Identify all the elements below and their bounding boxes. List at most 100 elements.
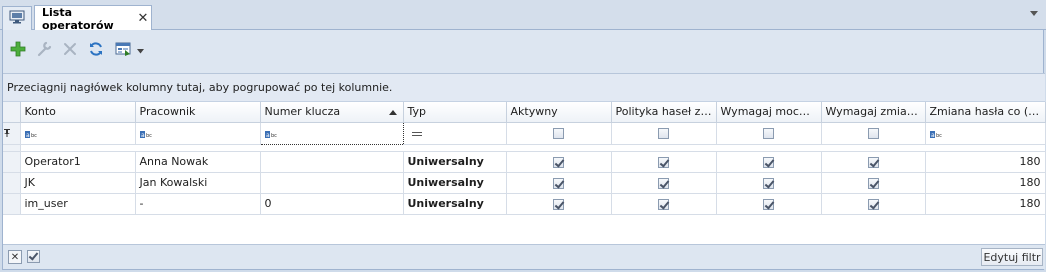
chevron-down-icon [136, 44, 144, 57]
filter-zmiana-hasla[interactable]: a bc [925, 122, 1046, 145]
checkbox[interactable] [553, 198, 564, 210]
cell-pracownik[interactable]: Jan Kowalski [135, 172, 261, 194]
column-header-konto[interactable]: Konto [20, 102, 136, 123]
filter-numer-klucza[interactable]: a bc [259, 121, 404, 145]
row-indicator[interactable] [3, 193, 21, 215]
checkbox[interactable] [553, 156, 564, 168]
checkbox[interactable] [658, 198, 669, 210]
plus-icon [10, 41, 26, 60]
svg-text:bc: bc [31, 133, 37, 139]
column-header-numer-klucza[interactable]: Numer klucza [260, 102, 404, 123]
export-button[interactable] [112, 40, 146, 60]
cell-aktywny[interactable] [506, 151, 612, 173]
filter-checkbox[interactable] [658, 128, 669, 139]
refresh-icon [88, 41, 104, 60]
cell-numer-klucza[interactable] [260, 151, 404, 173]
cell-konto[interactable]: JK [20, 172, 136, 194]
filter-enabled-checkbox[interactable] [27, 250, 40, 263]
cell-typ[interactable]: Uniwersalny [403, 172, 507, 194]
tab-lista-operatorow[interactable]: Lista operatorów ✕ [34, 5, 152, 32]
cell-zmiana-hasla[interactable]: 180 [925, 193, 1046, 215]
filter-konto[interactable]: a bc [20, 122, 136, 145]
monitor-icon [9, 10, 25, 27]
svg-text:bc: bc [146, 133, 152, 139]
spacer-row [3, 144, 1045, 152]
checkbox[interactable] [553, 177, 564, 189]
close-icon: ✕ [10, 251, 20, 263]
table-row[interactable]: im_user - 0 Uniwersalny 180 [3, 193, 1046, 215]
filter-row: a bc a bc a bc a bc [3, 121, 1046, 145]
filter-aktywny[interactable] [506, 122, 612, 145]
clear-filter-button[interactable]: ✕ [8, 250, 22, 264]
checkbox[interactable] [867, 198, 879, 210]
filter-checkbox[interactable] [553, 128, 564, 139]
cell-zmiana-hasla[interactable]: 180 [925, 151, 1046, 173]
table-row[interactable]: Operator1 Anna Nowak Uniwersalny 180 [3, 151, 1046, 173]
column-header-typ[interactable]: Typ [403, 102, 507, 123]
cell-aktywny[interactable] [506, 193, 612, 215]
delete-button[interactable] [60, 40, 80, 60]
refresh-button[interactable] [86, 40, 106, 60]
pin-icon [3, 127, 11, 140]
filter-wymagaj-mocne[interactable] [716, 122, 822, 145]
filter-wymagaj-zmian[interactable] [821, 122, 926, 145]
edit-filter-button[interactable]: Edytuj filtr [981, 248, 1043, 266]
row-indicator[interactable] [3, 172, 21, 194]
cell-wymagaj-zmian[interactable] [821, 151, 926, 173]
equals-filter-icon [411, 131, 422, 136]
filter-polityka[interactable] [611, 122, 717, 145]
column-header-pracownik[interactable]: Pracownik [135, 102, 261, 123]
home-tab[interactable] [2, 6, 32, 30]
svg-text:bc: bc [271, 133, 277, 139]
text-filter-icon: a bc [929, 129, 942, 139]
column-header-aktywny[interactable]: Aktywny [506, 102, 612, 123]
column-header-zmiana-hasla[interactable]: Zmiana hasła co (dni) [925, 102, 1046, 123]
row-indicator[interactable] [3, 151, 21, 173]
checkbox[interactable] [867, 177, 879, 189]
table-row[interactable]: JK Jan Kowalski Uniwersalny 180 [3, 172, 1046, 194]
checkbox[interactable] [867, 156, 879, 168]
column-header-wymagaj-zmian[interactable]: Wymagaj zmian ... [821, 102, 926, 123]
filter-typ[interactable] [403, 122, 507, 145]
toolbar [3, 35, 146, 65]
cell-numer-klucza[interactable]: 0 [260, 193, 404, 215]
cell-wymagaj-mocne[interactable] [716, 193, 822, 215]
column-header-label: Numer klucza [264, 105, 341, 119]
cell-wymagaj-zmian[interactable] [821, 193, 926, 215]
add-button[interactable] [8, 40, 28, 60]
cell-pracownik[interactable]: - [135, 193, 261, 215]
tab-list-dropdown-icon[interactable] [1030, 11, 1038, 16]
column-header-polityka[interactable]: Polityka haseł z k... [611, 102, 717, 123]
close-icon[interactable]: ✕ [135, 11, 151, 26]
checkbox[interactable] [658, 177, 669, 189]
cell-polityka[interactable] [611, 172, 717, 194]
checkbox[interactable] [658, 156, 669, 168]
group-by-panel[interactable]: Przeciągnij nagłówek kolumny tutaj, aby … [3, 74, 1045, 102]
filter-footer: ✕ Edytuj filtr [3, 244, 1045, 269]
cell-zmiana-hasla[interactable]: 180 [925, 172, 1046, 194]
cell-wymagaj-mocne[interactable] [716, 151, 822, 173]
filter-checkbox[interactable] [763, 128, 774, 139]
column-header-wymagaj-mocne[interactable]: Wymagaj mocne... [716, 102, 822, 123]
cell-aktywny[interactable] [506, 172, 612, 194]
cell-typ[interactable]: Uniwersalny [403, 193, 507, 215]
cell-typ[interactable]: Uniwersalny [403, 151, 507, 173]
cell-pracownik[interactable]: Anna Nowak [135, 151, 261, 173]
filter-pracownik[interactable]: a bc [135, 122, 261, 145]
cell-polityka[interactable] [611, 151, 717, 173]
checkbox[interactable] [763, 198, 774, 210]
cell-konto[interactable]: Operator1 [20, 151, 136, 173]
svg-text:a: a [266, 132, 270, 139]
spacer-cell [20, 144, 1045, 152]
tab-strip: Lista operatorów ✕ [0, 0, 1046, 32]
cell-konto[interactable]: im_user [20, 193, 136, 215]
cell-polityka[interactable] [611, 193, 717, 215]
cell-numer-klucza[interactable] [260, 172, 404, 194]
cell-wymagaj-zmian[interactable] [821, 172, 926, 194]
checkbox[interactable] [763, 156, 774, 168]
edit-button[interactable] [34, 40, 54, 60]
checkbox[interactable] [763, 177, 774, 189]
delete-icon [63, 42, 77, 59]
cell-wymagaj-mocne[interactable] [716, 172, 822, 194]
filter-checkbox[interactable] [867, 128, 879, 139]
